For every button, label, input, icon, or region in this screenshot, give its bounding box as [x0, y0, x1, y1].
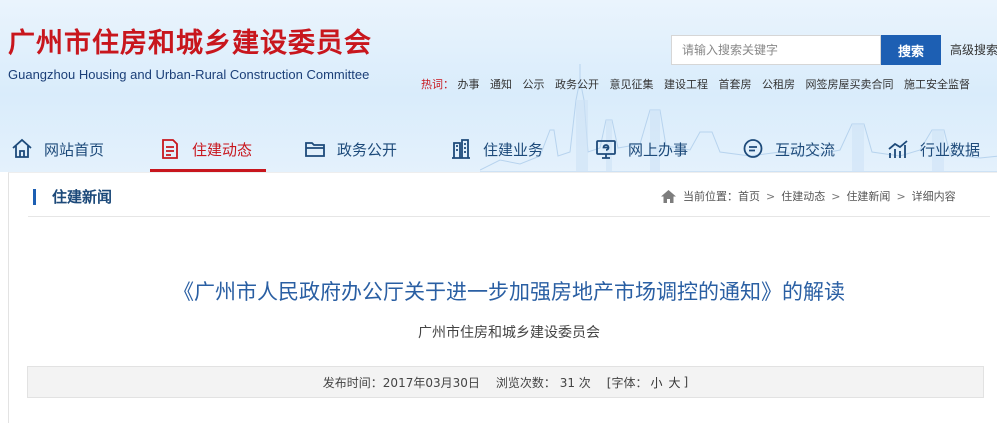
- breadcrumb-link[interactable]: 住建新闻: [846, 188, 890, 204]
- nav-item-online-service[interactable]: 网上办事: [594, 128, 688, 170]
- chart-icon: [886, 137, 910, 161]
- font-small-button[interactable]: 小: [650, 374, 662, 391]
- section-title: 住建新闻: [52, 188, 113, 206]
- article-title: 《广州市人民政府办公厅关于进一步加强房地产市场调控的通知》的解读: [173, 280, 845, 304]
- font-large-button[interactable]: 大: [669, 374, 681, 391]
- breadcrumb-link[interactable]: 住建动态: [781, 188, 825, 204]
- nav-label: 住建动态: [192, 140, 253, 159]
- site-header: 广州市住房和城乡建设委员会 Guangzhou Housing and Urba…: [0, 0, 997, 172]
- nav-item-government[interactable]: 政务公开: [303, 128, 397, 170]
- breadcrumb-separator: >: [896, 189, 906, 203]
- breadcrumb: 当前位置： 首页 > 住建动态 > 住建新闻 > 详细内容: [660, 188, 956, 204]
- hot-word-link[interactable]: 网签房屋买卖合同: [806, 78, 894, 91]
- hot-word-link[interactable]: 公租房: [762, 78, 795, 91]
- nav-label: 网站首页: [44, 140, 105, 159]
- hot-word-link[interactable]: 公示: [523, 78, 545, 91]
- nav-item-home[interactable]: 网站首页: [10, 128, 104, 170]
- nav-label: 网上办事: [628, 140, 689, 159]
- hot-words: 热词： 办事 通知 公示 政务公开 意见征集 建设工程 首套房 公租房 网签房屋…: [421, 76, 977, 92]
- home-icon: [660, 189, 677, 204]
- search-button[interactable]: 搜索: [881, 35, 941, 65]
- nav-label: 住建业务: [483, 140, 544, 159]
- online-service-icon: [594, 137, 618, 161]
- search-input[interactable]: [671, 35, 881, 65]
- nav-item-interaction[interactable]: 互动交流: [741, 128, 835, 170]
- folder-icon: [303, 137, 327, 161]
- publish-date: 发布时间：2017年03月30日: [322, 375, 480, 390]
- article-source: 广州市住房和城乡建设委员会: [418, 325, 600, 341]
- nav-label: 行业数据: [920, 140, 981, 159]
- breadcrumb-prefix: 当前位置：: [683, 190, 738, 203]
- nav-label: 政务公开: [337, 140, 398, 159]
- breadcrumb-separator: >: [766, 189, 776, 203]
- breadcrumb-current: 详细内容: [911, 190, 956, 203]
- font-size-label: [字体：: [606, 375, 648, 390]
- font-size-label-end: ]: [683, 375, 689, 389]
- section-divider: [28, 216, 990, 217]
- breadcrumb-link[interactable]: 首页: [738, 188, 760, 204]
- building-icon: [449, 137, 473, 161]
- hot-word-link[interactable]: 首套房: [719, 78, 752, 91]
- section-marker: [33, 189, 36, 205]
- article-meta: 发布时间：2017年03月30日 浏览次数： 31 次 [字体： 小 大 ]: [27, 366, 984, 398]
- hot-word-link[interactable]: 建设工程: [664, 78, 708, 91]
- advanced-search-link[interactable]: 高级搜索: [950, 41, 997, 58]
- view-count: 浏览次数： 31 次: [495, 375, 591, 390]
- chat-icon: [741, 137, 765, 161]
- hot-words-label: 热词：: [421, 78, 454, 91]
- breadcrumb-separator: >: [831, 189, 841, 203]
- document-icon: [158, 137, 182, 161]
- nav-item-business[interactable]: 住建业务: [449, 128, 543, 170]
- main-nav: 网站首页 住建动态 政务公开 住建业务 网上办事 互动交流 行业数据: [0, 128, 997, 172]
- hot-word-link[interactable]: 意见征集: [610, 78, 654, 91]
- site-title-english: Guangzhou Housing and Urban-Rural Constr…: [8, 67, 370, 82]
- nav-item-news[interactable]: 住建动态: [149, 128, 267, 172]
- nav-label: 互动交流: [775, 140, 836, 159]
- hot-word-link[interactable]: 办事: [458, 78, 480, 91]
- hot-word-link[interactable]: 政务公开: [555, 78, 599, 91]
- hot-word-link[interactable]: 施工安全监督: [904, 78, 970, 91]
- hot-word-link[interactable]: 通知: [490, 78, 512, 91]
- home-icon: [10, 137, 34, 161]
- nav-item-data[interactable]: 行业数据: [886, 128, 980, 170]
- site-title: 广州市住房和城乡建设委员会: [8, 28, 372, 59]
